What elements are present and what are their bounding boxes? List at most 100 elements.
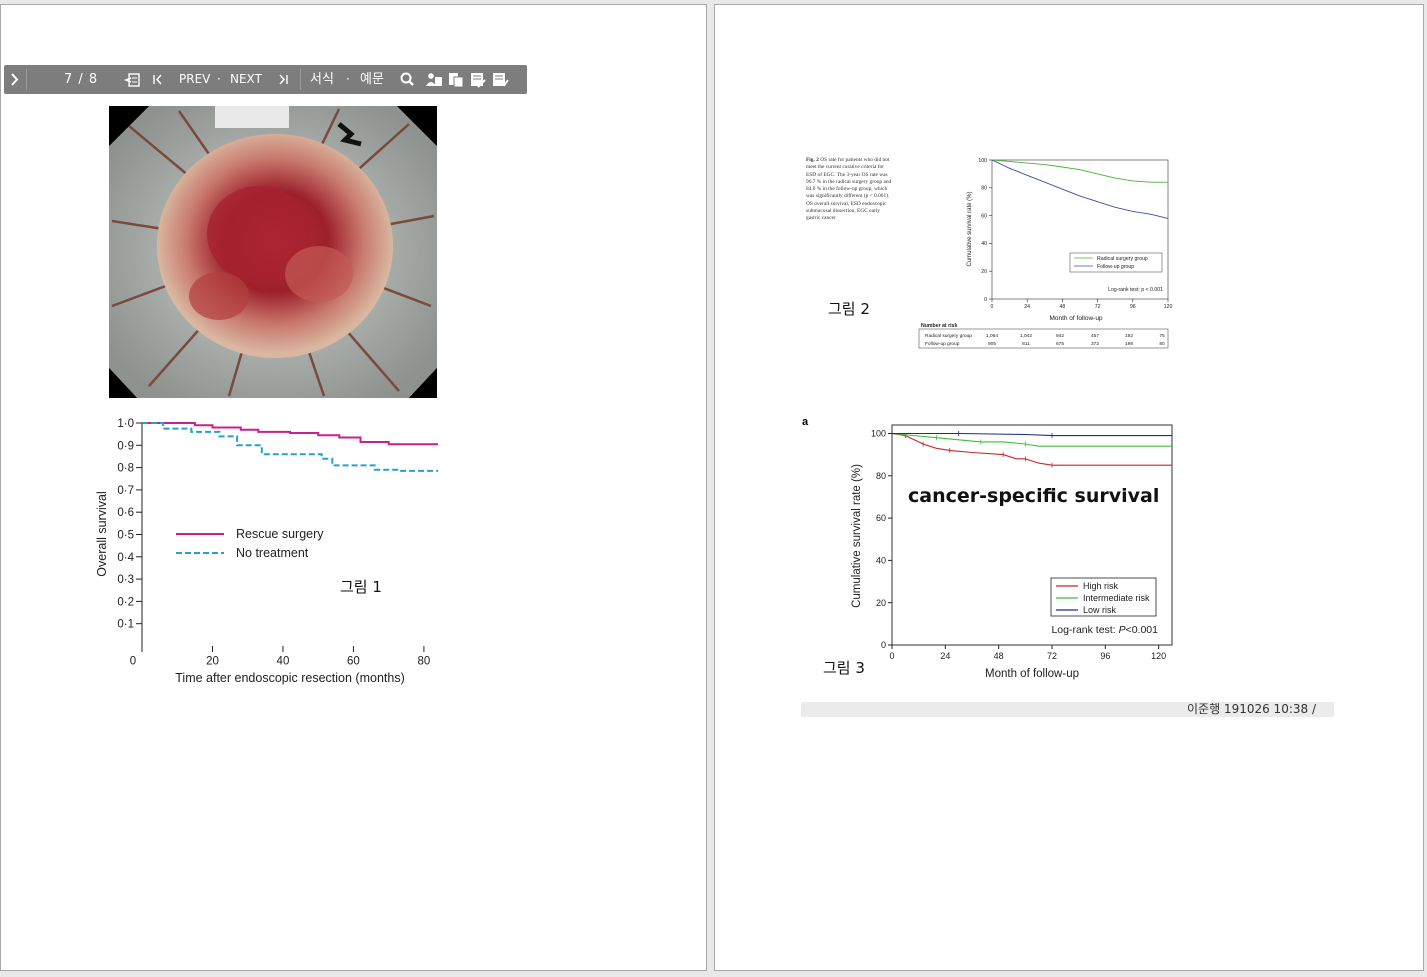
risk-cell: 75 bbox=[1159, 333, 1165, 339]
figure2-legend-radical: Radical surgery group bbox=[1097, 256, 1148, 262]
save-document-icon bbox=[493, 73, 509, 87]
expand-toggle-button[interactable] bbox=[9, 65, 23, 94]
x-tick-label: 20 bbox=[206, 656, 219, 668]
y-tick-label: 0·5 bbox=[117, 530, 134, 542]
viewer-toolbar: 7 / 8 PREV · NEXT 서식 · 예문 bbox=[4, 65, 527, 94]
figure1-ylabel: Overall survival bbox=[95, 491, 109, 576]
y-tick-label: 0·6 bbox=[117, 507, 134, 519]
x-tick-label: 24 bbox=[940, 651, 950, 661]
y-tick-label: 0·8 bbox=[117, 463, 134, 475]
y-tick-label: 20 bbox=[981, 269, 987, 275]
figure2-chart: 0 20 40 60 80 100 0 24 48 72 96 120 Month of follow… bbox=[918, 158, 1173, 349]
y-tick-label: 100 bbox=[978, 158, 987, 164]
figure3-ylabel: Cumulative survival rate (%) bbox=[851, 464, 863, 608]
x-tick-label: 96 bbox=[1100, 651, 1110, 661]
y-tick-label: 0·4 bbox=[117, 552, 134, 564]
risk-row-label: Radical surgery group bbox=[925, 333, 972, 339]
figure3-overlay-title: cancer-specific survival bbox=[908, 485, 1160, 507]
y-tick-label: 60 bbox=[876, 513, 886, 523]
risk-row-label: Follow-up group bbox=[925, 341, 960, 347]
y-tick-label: 60 bbox=[981, 213, 987, 219]
y-tick-label: 80 bbox=[981, 186, 987, 192]
x-tick-label: 0 bbox=[130, 656, 136, 668]
separator-dot-2: · bbox=[346, 72, 350, 86]
return-icon bbox=[123, 73, 140, 87]
risk-cell: 942 bbox=[1056, 333, 1064, 339]
x-tick-label: 120 bbox=[1151, 651, 1166, 661]
search-button[interactable] bbox=[398, 65, 416, 94]
risk-table-title: Number at risk bbox=[921, 323, 957, 329]
search-icon bbox=[400, 72, 414, 86]
figure2-label: 그림 2 bbox=[828, 300, 870, 318]
x-tick-label: 60 bbox=[347, 656, 360, 668]
series-line-0 bbox=[142, 422, 438, 446]
series-line-1 bbox=[142, 422, 438, 472]
series-line-1 bbox=[991, 159, 1169, 219]
last-page-icon bbox=[279, 74, 288, 85]
user-document-icon bbox=[426, 73, 442, 86]
plot-frame bbox=[991, 159, 1169, 300]
format-button[interactable]: 서식 bbox=[310, 65, 334, 94]
figure3-annotation: Log-rank test: P<0.001 bbox=[1051, 624, 1158, 636]
legend-no-treatment: No treatment bbox=[236, 546, 309, 560]
user-doc-button[interactable] bbox=[425, 65, 443, 94]
x-tick-label: 40 bbox=[277, 656, 290, 668]
risk-cell: 811 bbox=[1022, 341, 1030, 347]
footer-bar: 이준행 191026 10:38 / bbox=[801, 702, 1334, 717]
example-button[interactable]: 예문 bbox=[360, 65, 384, 94]
risk-cell: 372 bbox=[1091, 341, 1099, 347]
x-tick-label: 120 bbox=[1164, 304, 1173, 310]
x-tick-label: 72 bbox=[1095, 304, 1101, 310]
risk-cell: 192 bbox=[1125, 333, 1133, 339]
risk-cell: 1,042 bbox=[1020, 333, 1032, 339]
back-list-button[interactable] bbox=[122, 65, 142, 94]
specimen-photo bbox=[109, 106, 437, 398]
series-line-0 bbox=[991, 159, 1168, 183]
last-page-button[interactable] bbox=[276, 65, 290, 94]
figure3-panel-letter: a bbox=[802, 416, 809, 428]
figure1-xlabel: Time after endoscopic resection (months) bbox=[175, 671, 405, 685]
edit-doc-button[interactable] bbox=[469, 65, 487, 94]
x-tick-label: 96 bbox=[1130, 304, 1136, 310]
figure2-caption-text: OS rate for patients who did not meet th… bbox=[806, 157, 892, 222]
edit-document-icon bbox=[471, 73, 486, 88]
figure3-chart: 0 20 40 60 80 100 0 24 48 72 96 120 Month of follow… bbox=[851, 424, 1173, 680]
figure3-label: 그림 3 bbox=[823, 659, 865, 677]
y-tick-label: 40 bbox=[876, 556, 886, 566]
figure2-caption: Fig. 2 OS rate for patients who did not … bbox=[806, 157, 894, 223]
next-button[interactable]: NEXT bbox=[230, 65, 262, 94]
figure2-caption-title: Fig. 2 bbox=[806, 157, 819, 163]
risk-cell: 905 bbox=[988, 341, 996, 347]
chevron-right-icon bbox=[11, 73, 19, 86]
y-tick-label: 20 bbox=[876, 598, 886, 608]
figure3-legend-intermediate: Intermediate risk bbox=[1083, 593, 1150, 603]
separator-dot: · bbox=[217, 72, 221, 86]
y-tick-label: 100 bbox=[871, 429, 886, 439]
prev-button[interactable]: PREV bbox=[179, 65, 210, 94]
y-tick-label: 0·1 bbox=[117, 619, 134, 631]
y-tick-label: 0·9 bbox=[117, 440, 134, 452]
x-tick-label: 48 bbox=[994, 651, 1004, 661]
y-tick-label: 0·3 bbox=[117, 574, 134, 586]
x-tick-label: 0 bbox=[889, 651, 894, 661]
y-tick-label: 0 bbox=[881, 640, 886, 650]
series-line-2 bbox=[892, 432, 1172, 437]
figure1-chart: 0·10·20·30·40·50·60·70·80·91·00 20 40 60 80 … bbox=[95, 418, 438, 685]
y-tick-label: 0 bbox=[984, 297, 987, 303]
y-tick-label: 0·2 bbox=[117, 596, 134, 608]
first-page-icon bbox=[153, 74, 162, 85]
figure3-legend-low: Low risk bbox=[1083, 605, 1117, 615]
y-tick-label: 1·0 bbox=[117, 418, 134, 430]
copy-icon bbox=[449, 73, 464, 88]
copy-button[interactable] bbox=[447, 65, 465, 94]
x-tick-label: 72 bbox=[1047, 651, 1057, 661]
legend-rescue-surgery: Rescue surgery bbox=[236, 527, 324, 541]
x-tick-label: 48 bbox=[1060, 304, 1066, 310]
x-tick-label: 80 bbox=[418, 656, 431, 668]
x-tick-label: 24 bbox=[1024, 304, 1030, 310]
save-doc-button[interactable] bbox=[491, 65, 509, 94]
figure2-ylabel: Cumulative survival rate (%) bbox=[967, 191, 973, 266]
y-tick-label: 80 bbox=[876, 471, 886, 481]
first-page-button[interactable] bbox=[151, 65, 165, 94]
x-tick-label: 0 bbox=[991, 304, 994, 310]
